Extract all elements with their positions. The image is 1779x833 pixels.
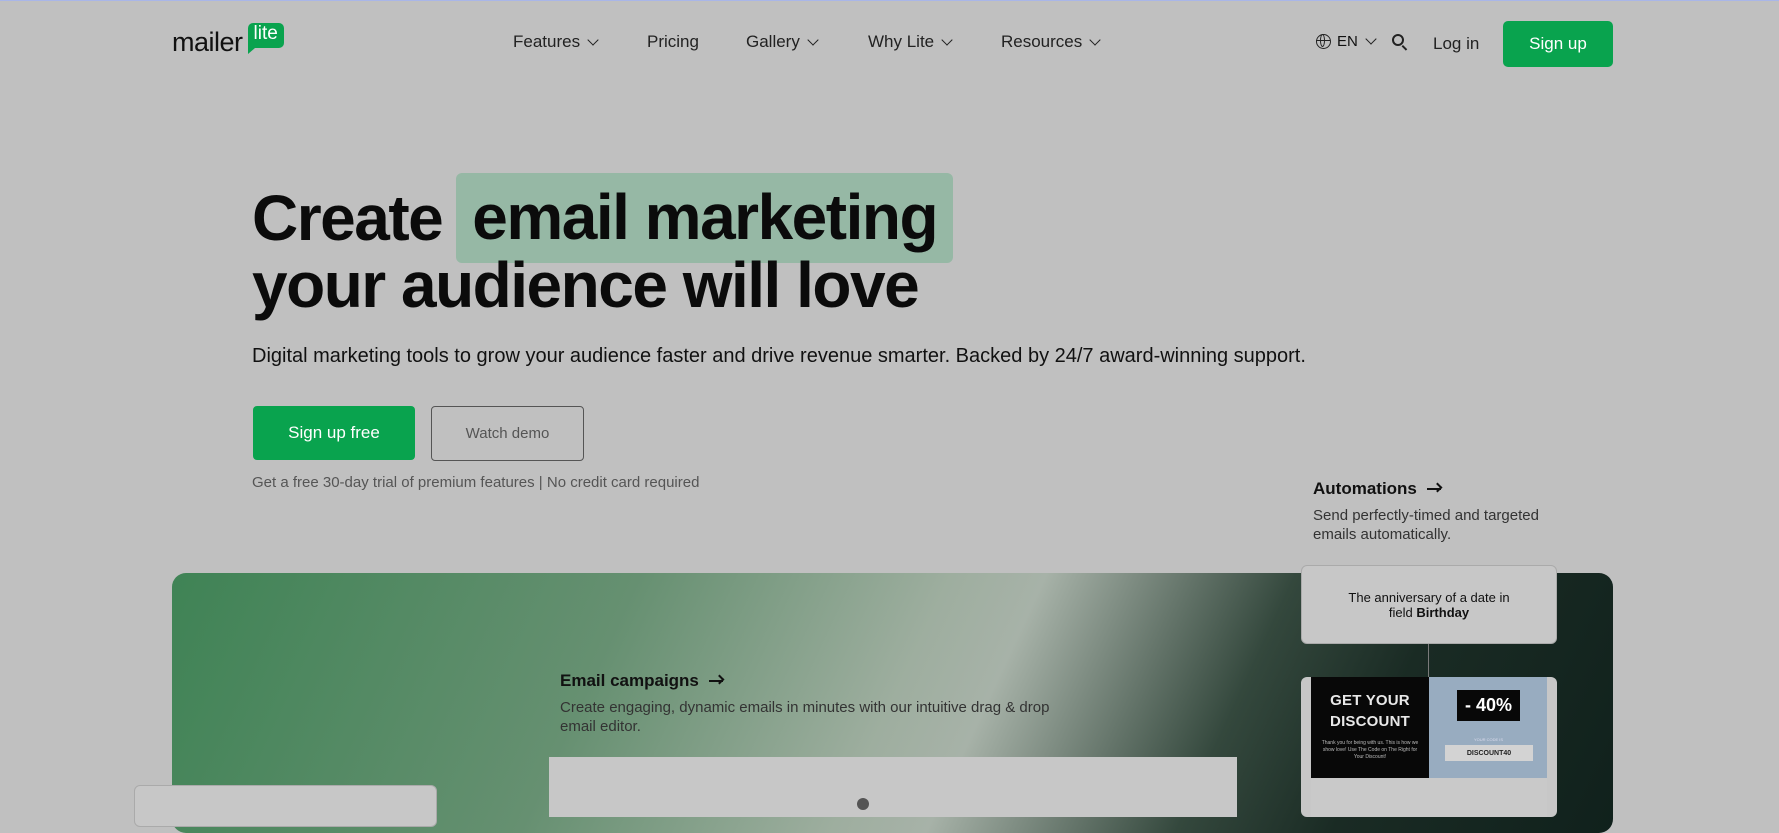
- automations-desc: Send perfectly-timed and targeted emails…: [1313, 507, 1539, 543]
- email-campaigns-title: Email campaigns: [560, 671, 699, 690]
- email-preview-card: GET YOUR DISCOUNT Thank you for being wi…: [1301, 677, 1557, 817]
- arrow-right-icon: [708, 680, 723, 682]
- email-campaigns-desc: Create engaging, dynamic emails in minut…: [560, 699, 1050, 735]
- trigger-prefix: field: [1388, 604, 1417, 620]
- nav-resources[interactable]: Resources: [1001, 32, 1101, 52]
- chevron-down-icon: [1365, 33, 1377, 45]
- logo-badge: lite: [247, 23, 284, 54]
- email-preview-right: - 40% YOUR CODE IS DISCOUNT40: [1429, 677, 1547, 778]
- nav-why-lite-label: Why Lite: [868, 32, 935, 51]
- side-preview-card: [134, 785, 437, 827]
- chevron-down-icon: [941, 33, 953, 46]
- signup-button[interactable]: Sign up: [1503, 21, 1613, 67]
- chevron-down-icon: [1089, 33, 1101, 46]
- nav-pricing-label: Pricing: [647, 32, 699, 51]
- discount-percent: - 40%: [1457, 690, 1520, 721]
- nav-features[interactable]: Features: [513, 32, 599, 52]
- search-icon[interactable]: [1392, 34, 1408, 51]
- globe-icon: [1316, 34, 1331, 49]
- nav-features-label: Features: [513, 32, 581, 51]
- email-preview-headline: GET YOUR DISCOUNT: [1330, 692, 1410, 730]
- search-icon-handle: [1401, 45, 1408, 51]
- workflow-connector: [1428, 644, 1429, 677]
- hero-title-pre: Create: [252, 182, 444, 254]
- email-preview-left: GET YOUR DISCOUNT Thank you for being wi…: [1311, 677, 1429, 778]
- nav-why-lite[interactable]: Why Lite: [868, 32, 953, 52]
- language-label: EN: [1337, 33, 1358, 50]
- trigger-line1: The anniversary of a date in: [1348, 589, 1510, 605]
- hero-title-line2: your audience will love: [252, 249, 920, 321]
- nav-resources-label: Resources: [1001, 32, 1083, 51]
- chevron-down-icon: [807, 33, 819, 46]
- nav-gallery-label: Gallery: [746, 32, 800, 51]
- editor-handle: [857, 798, 869, 810]
- email-preview-body: Thank you for being with us. This is how…: [1321, 740, 1419, 760]
- automations-link[interactable]: Automations: [1313, 479, 1441, 499]
- login-link[interactable]: Log in: [1433, 34, 1479, 54]
- automations-title: Automations: [1313, 479, 1417, 498]
- nav-gallery[interactable]: Gallery: [746, 32, 819, 52]
- language-selector[interactable]: EN: [1316, 33, 1377, 50]
- watch-demo-button[interactable]: Watch demo: [431, 406, 584, 461]
- email-campaigns-link[interactable]: Email campaigns: [560, 671, 723, 691]
- nav-pricing[interactable]: Pricing: [647, 32, 699, 52]
- trigger-field: Birthday: [1416, 604, 1470, 620]
- trigger-line2: field Birthday: [1389, 605, 1469, 620]
- trial-note: Get a free 30-day trial of premium featu…: [252, 474, 700, 491]
- signup-free-button[interactable]: Sign up free: [253, 406, 415, 460]
- arrow-right-icon: [1426, 488, 1441, 490]
- logo[interactable]: mailer lite: [172, 23, 284, 56]
- hero-subtitle: Digital marketing tools to grow your aud…: [252, 345, 1306, 367]
- code-label: YOUR CODE IS: [1473, 737, 1504, 742]
- automation-trigger-card: The anniversary of a date in field Birth…: [1301, 565, 1557, 644]
- email-editor-preview: [549, 757, 1237, 817]
- logo-wordmark: mailer: [172, 26, 243, 57]
- discount-code: DISCOUNT40: [1445, 745, 1533, 761]
- email-preview-footer: [1311, 778, 1547, 817]
- chevron-down-icon: [587, 33, 599, 46]
